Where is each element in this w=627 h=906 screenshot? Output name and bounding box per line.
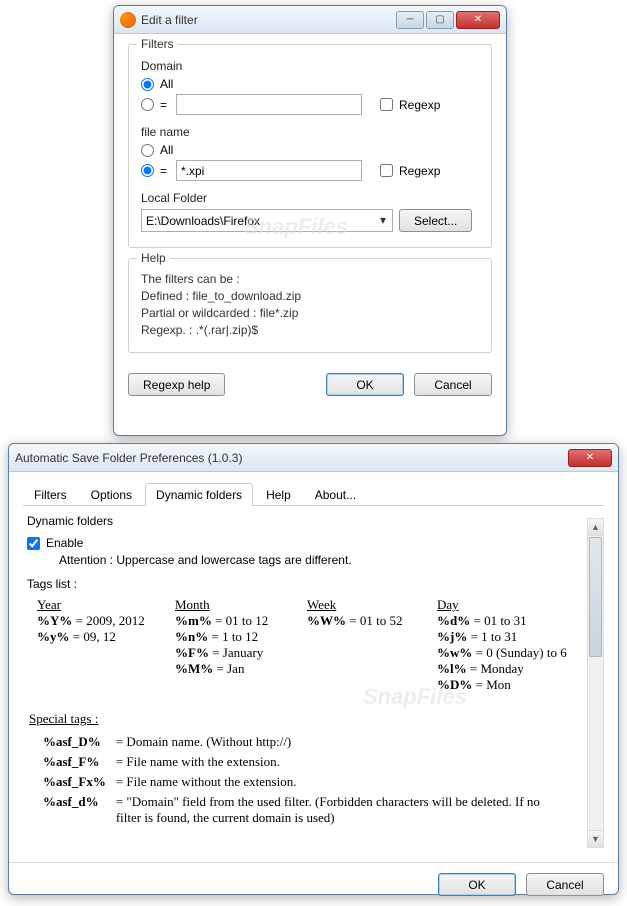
window-title: Edit a filter — [141, 13, 396, 27]
filename-all-radio[interactable] — [141, 144, 154, 157]
scroll-down-arrow[interactable]: ▼ — [588, 830, 603, 847]
filters-fieldset: Filters Domain All = Regexp file name Al… — [128, 44, 492, 248]
help-text: Partial or wildcarded : file*.zip — [141, 306, 479, 320]
titlebar[interactable]: Edit a filter ─ ▢ ✕ — [114, 6, 506, 34]
titlebar[interactable]: Automatic Save Folder Preferences (1.0.3… — [9, 444, 618, 472]
filename-regexp-checkbox[interactable] — [380, 164, 393, 177]
help-text: Regexp. : .*(.rar|.zip)$ — [141, 323, 479, 337]
scroll-thumb[interactable] — [589, 537, 602, 657]
local-folder-value: E:\Downloads\Firefox — [146, 214, 260, 228]
special-tag: %asf_Fx% — [39, 773, 110, 791]
special-tag: %asf_D% — [39, 733, 110, 751]
domain-regexp-label: Regexp — [399, 98, 440, 112]
equals-sign: = — [160, 98, 170, 112]
filename-regexp-label: Regexp — [399, 164, 440, 178]
special-desc: = "Domain" field from the used filter. (… — [112, 793, 552, 827]
tab-about[interactable]: About... — [304, 483, 367, 506]
window-title: Automatic Save Folder Preferences (1.0.3… — [15, 451, 568, 465]
filename-all-label: All — [160, 143, 173, 157]
tag-entry: %W% = 01 to 52 — [307, 613, 415, 629]
tag-entry: %F% = January — [175, 645, 285, 661]
help-text: The filters can be : — [141, 272, 479, 286]
tag-entry: %m% = 01 to 12 — [175, 613, 285, 629]
domain-input[interactable] — [176, 94, 362, 115]
special-desc: = Domain name. (Without http://) — [112, 733, 552, 751]
equals-sign: = — [160, 164, 170, 178]
tab-dynamic-folders[interactable]: Dynamic folders — [145, 483, 253, 506]
tab-filters[interactable]: Filters — [23, 483, 78, 506]
maximize-button[interactable]: ▢ — [426, 11, 454, 29]
firefox-icon — [120, 12, 136, 28]
domain-equals-radio[interactable] — [141, 98, 154, 111]
filename-input[interactable] — [176, 160, 362, 181]
filters-legend: Filters — [137, 37, 178, 51]
help-text: Defined : file_to_download.zip — [141, 289, 479, 303]
enable-checkbox[interactable] — [27, 537, 40, 550]
tag-entry: %l% = Monday — [437, 661, 567, 677]
help-fieldset: Help The filters can be : Defined : file… — [128, 258, 492, 353]
cancel-button[interactable]: Cancel — [526, 873, 604, 896]
year-header: Year — [37, 597, 153, 613]
day-header: Day — [437, 597, 567, 613]
tab-bar: Filters Options Dynamic folders Help Abo… — [23, 482, 604, 506]
minimize-button[interactable]: ─ — [396, 11, 424, 29]
select-button[interactable]: Select... — [399, 209, 472, 232]
tab-content: Dynamic folders Enable Attention : Upper… — [23, 514, 604, 852]
special-tag: %asf_d% — [39, 793, 110, 827]
ok-button[interactable]: OK — [438, 873, 516, 896]
domain-regexp-checkbox[interactable] — [380, 98, 393, 111]
filename-equals-radio[interactable] — [141, 164, 154, 177]
preferences-window: Automatic Save Folder Preferences (1.0.3… — [8, 443, 619, 895]
tags-list-label: Tags list : — [27, 577, 600, 591]
tag-entry: %D% = Mon — [437, 677, 567, 693]
tag-entry: %Y% = 2009, 2012 — [37, 613, 153, 629]
local-folder-dropdown[interactable]: E:\Downloads\Firefox — [141, 209, 393, 232]
month-header: Month — [175, 597, 285, 613]
special-tag-row: %asf_Fx%= File name without the extensio… — [39, 773, 552, 791]
tag-entry: %n% = 1 to 12 — [175, 629, 285, 645]
regexp-help-button[interactable]: Regexp help — [128, 373, 225, 396]
tag-entry: %M% = Jan — [175, 661, 285, 677]
special-desc: = File name without the extension. — [112, 773, 552, 791]
help-legend: Help — [137, 251, 170, 265]
special-desc: = File name with the extension. — [112, 753, 552, 771]
close-button[interactable]: ✕ — [456, 11, 500, 29]
enable-label: Enable — [46, 536, 83, 550]
domain-all-radio[interactable] — [141, 78, 154, 91]
tag-entry: %y% = 09, 12 — [37, 629, 153, 645]
filename-label: file name — [141, 125, 479, 139]
close-button[interactable]: ✕ — [568, 449, 612, 467]
tag-entry: %j% = 1 to 31 — [437, 629, 567, 645]
special-tag-row: %asf_d%= "Domain" field from the used fi… — [39, 793, 552, 827]
scroll-up-arrow[interactable]: ▲ — [588, 519, 603, 536]
ok-button[interactable]: OK — [326, 373, 404, 396]
content-title: Dynamic folders — [27, 514, 600, 528]
scrollbar[interactable]: ▲ ▼ — [587, 518, 604, 848]
attention-text: Attention : Uppercase and lowercase tags… — [59, 553, 600, 567]
tab-options[interactable]: Options — [80, 483, 143, 506]
cancel-button[interactable]: Cancel — [414, 373, 492, 396]
tag-entry: %w% = 0 (Sunday) to 6 — [437, 645, 567, 661]
tab-help[interactable]: Help — [255, 483, 302, 506]
week-header: Week — [307, 597, 415, 613]
special-tag-row: %asf_F%= File name with the extension. — [39, 753, 552, 771]
domain-all-label: All — [160, 77, 173, 91]
tag-entry: %d% = 01 to 31 — [437, 613, 567, 629]
domain-label: Domain — [141, 59, 479, 73]
special-tags-header: Special tags : — [29, 711, 600, 727]
special-tag-row: %asf_D%= Domain name. (Without http://) — [39, 733, 552, 751]
special-tag: %asf_F% — [39, 753, 110, 771]
edit-filter-window: Edit a filter ─ ▢ ✕ Filters Domain All =… — [113, 5, 507, 436]
local-folder-label: Local Folder — [141, 191, 479, 205]
